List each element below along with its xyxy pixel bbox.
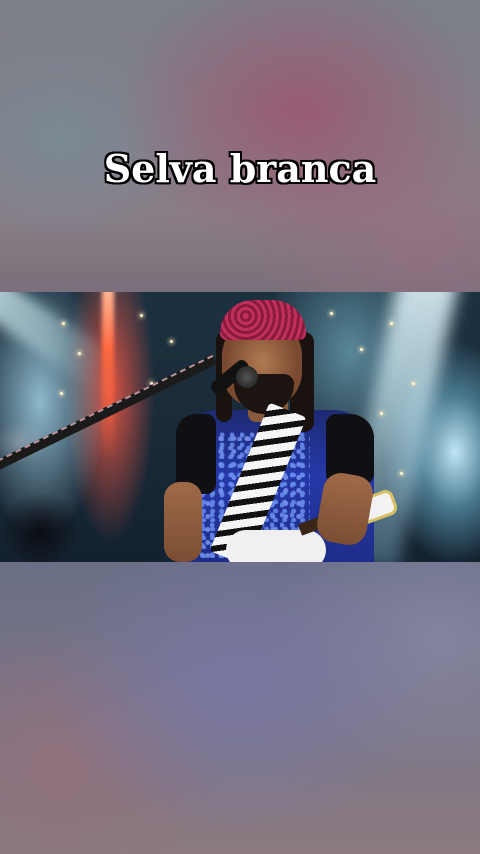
video-caption-title: Selva branca — [103, 146, 377, 191]
sparkle — [412, 382, 415, 385]
sparkle — [390, 322, 393, 325]
sparkle — [78, 352, 81, 355]
sparkle — [60, 392, 63, 395]
video-frame[interactable] — [0, 292, 480, 562]
sparkle — [62, 322, 65, 325]
sparkle — [400, 472, 403, 475]
reel-screen: Selva branca — [0, 0, 480, 854]
sparkle — [380, 412, 383, 415]
sparkle — [140, 314, 143, 317]
stage-light-beam — [102, 292, 114, 462]
microphone-icon — [236, 366, 258, 388]
performer-arm — [164, 482, 202, 562]
stage-light-beam — [0, 292, 116, 391]
sparkle — [170, 340, 173, 343]
guitar-body — [226, 530, 326, 562]
sparkle — [330, 312, 333, 315]
performer-bandana — [220, 300, 306, 340]
sparkle — [360, 348, 363, 351]
